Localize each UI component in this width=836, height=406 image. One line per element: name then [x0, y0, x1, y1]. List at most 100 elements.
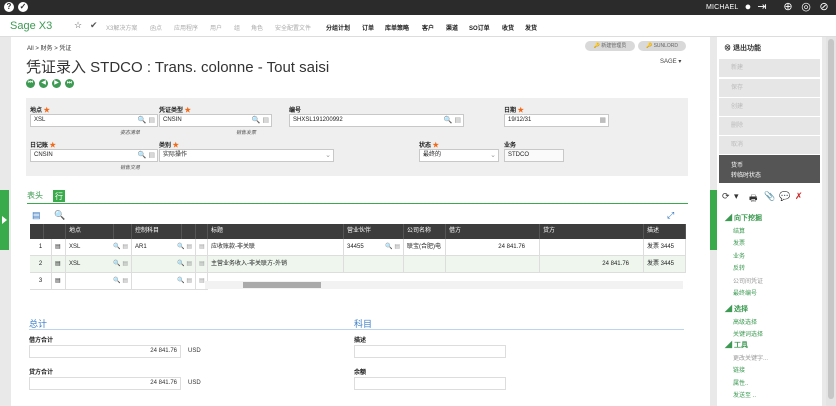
- globe-icon[interactable]: ⊕: [782, 1, 794, 13]
- grid-header[interactable]: 标题: [208, 224, 344, 239]
- site-cell[interactable]: XSL 🔍 ▤: [66, 239, 132, 256]
- expand-icon[interactable]: ⤢: [667, 210, 674, 221]
- description-cell[interactable]: 发票 3445: [644, 256, 686, 273]
- link-reversal[interactable]: 反转: [733, 263, 745, 272]
- row-detail-icon[interactable]: ▤: [196, 239, 208, 256]
- chevron-down-icon[interactable]: ▾: [734, 191, 739, 202]
- menu-item[interactable]: 库单策略: [385, 23, 409, 32]
- link-send-to[interactable]: 发送至 ..: [733, 390, 756, 399]
- attachment-icon[interactable]: 📎: [764, 191, 775, 202]
- new-button[interactable]: 新建: [719, 59, 820, 77]
- site-cell[interactable]: 🔍 ▤: [66, 273, 132, 290]
- left-panel-toggle[interactable]: [0, 190, 9, 250]
- link-settlement[interactable]: 结算: [733, 226, 745, 235]
- right-panel-toggle[interactable]: [710, 190, 717, 250]
- check-circle-icon[interactable]: ✔: [90, 20, 98, 31]
- search-icon[interactable]: 🔍: [54, 210, 65, 221]
- link-business[interactable]: 业务: [733, 251, 745, 260]
- folder-pill[interactable]: 🔑 SUNLORD: [638, 41, 686, 51]
- link-intercompany[interactable]: 公司间凭证: [733, 276, 763, 285]
- menu-item[interactable]: 组: [234, 23, 240, 32]
- comment-icon[interactable]: 💬: [779, 191, 790, 202]
- transaction-field[interactable]: STDCO: [504, 149, 564, 162]
- calendar-icon[interactable]: ▦: [599, 115, 606, 126]
- first-record-icon[interactable]: ⏮: [26, 79, 35, 88]
- section-selection[interactable]: ◢ 选择: [725, 304, 748, 314]
- breadcrumb-item[interactable]: All: [27, 46, 34, 52]
- page-scrollbar[interactable]: [826, 37, 836, 406]
- title-cell[interactable]: 主营业务收入-非关联方-外销: [208, 256, 344, 273]
- menu-item[interactable]: X3解决方案: [106, 23, 137, 32]
- link-advanced-selection[interactable]: 高级选择: [733, 317, 757, 326]
- grid-header[interactable]: 公司名称: [404, 224, 446, 239]
- breadcrumb-item[interactable]: 财务: [41, 46, 53, 52]
- description-cell[interactable]: 发票 3445: [644, 239, 686, 256]
- app-brand[interactable]: Sage X3: [10, 20, 52, 32]
- cancel-button[interactable]: 取消: [719, 136, 820, 154]
- prev-record-icon[interactable]: ◀: [39, 79, 48, 88]
- star-icon[interactable]: ☆: [74, 20, 82, 31]
- lookup-icon[interactable]: 🔍 ▤: [252, 115, 269, 126]
- link-keyword-selection[interactable]: 关键词选择: [733, 329, 763, 338]
- delete-button[interactable]: 删除: [719, 117, 820, 135]
- menu-item[interactable]: 用户: [210, 23, 222, 32]
- exit-function-button[interactable]: ⊗ 退出功能: [724, 43, 761, 53]
- control-account-cell[interactable]: 🔍 ▤: [132, 256, 196, 273]
- help-icon[interactable]: ?: [4, 2, 14, 12]
- grid-header[interactable]: 营业伙伴: [344, 224, 404, 239]
- lookup-icon[interactable]: 🔍 ▤: [138, 150, 155, 161]
- menu-item[interactable]: 角色: [251, 23, 263, 32]
- user-name[interactable]: MICHAEL: [706, 4, 739, 11]
- debit-cell[interactable]: [446, 256, 540, 273]
- category-select[interactable]: 实际操作 ⌄: [159, 149, 334, 162]
- chevron-down-icon[interactable]: ⌄: [490, 150, 496, 161]
- last-record-icon[interactable]: ⏭: [65, 79, 74, 88]
- business-partner-cell[interactable]: [344, 256, 404, 273]
- grid-header[interactable]: 控制科目: [132, 224, 182, 239]
- logout-icon[interactable]: ⇥: [756, 1, 768, 13]
- doctype-field[interactable]: CNSIN 🔍 ▤: [159, 114, 272, 127]
- section-tools[interactable]: ◢ 工具: [725, 340, 748, 350]
- row-menu-icon[interactable]: ▤: [52, 239, 66, 256]
- section-drilldown[interactable]: ◢ 向下挖掘: [725, 213, 762, 223]
- next-record-icon[interactable]: ▶: [52, 79, 61, 88]
- title-cell[interactable]: 应收账款-非关联: [208, 239, 344, 256]
- menu-item[interactable]: 客户: [422, 23, 434, 32]
- user-pill[interactable]: 🔑 新建管理员: [585, 41, 635, 51]
- business-partner-cell[interactable]: 34455 🔍 ▤: [344, 239, 404, 256]
- credit-cell[interactable]: 24 841.76: [540, 256, 644, 273]
- link-change-key[interactable]: 更改关键字...: [733, 353, 768, 362]
- tab-header[interactable]: 表头: [27, 190, 51, 201]
- row-menu-icon[interactable]: ▤: [52, 273, 66, 290]
- link-properties[interactable]: 属性..: [733, 378, 748, 387]
- breadcrumb-item[interactable]: 凭证: [59, 46, 71, 52]
- credit-cell[interactable]: [540, 239, 644, 256]
- folder-selector[interactable]: SAGE ▾: [660, 58, 681, 65]
- grid-view-icon[interactable]: ▤: [32, 210, 41, 221]
- save-button[interactable]: 保存: [719, 79, 820, 97]
- chevron-down-icon[interactable]: ⌄: [325, 150, 331, 161]
- menu-item[interactable]: 函点: [150, 23, 162, 32]
- create-button[interactable]: 创建: [719, 98, 820, 116]
- menu-item[interactable]: 发货: [525, 23, 537, 32]
- grid-header[interactable]: 描述: [644, 224, 686, 239]
- print-icon[interactable]: 🖶: [749, 191, 758, 207]
- close-icon[interactable]: ✗: [795, 191, 803, 202]
- scroll-thumb[interactable]: [828, 39, 834, 399]
- control-account-cell[interactable]: 🔍 ▤: [132, 273, 196, 290]
- debit-cell[interactable]: 24 841.76: [446, 239, 540, 256]
- user-icon[interactable]: ●: [742, 1, 754, 13]
- company-name-cell[interactable]: [404, 256, 446, 273]
- link-invoice[interactable]: 发票: [733, 238, 745, 247]
- date-field[interactable]: 19/12/31 ▦: [504, 114, 609, 127]
- currency-button[interactable]: 货币 转临时状态: [719, 155, 820, 183]
- row-menu-icon[interactable]: ▤: [52, 256, 66, 273]
- menu-item[interactable]: 分组计划: [326, 23, 350, 32]
- tab-lines[interactable]: 行: [53, 190, 65, 202]
- compass-icon[interactable]: ◎: [800, 1, 812, 13]
- horizontal-scrollbar[interactable]: [205, 281, 683, 289]
- lookup-icon[interactable]: 🔍 ▤: [444, 115, 461, 126]
- control-account-cell[interactable]: AR1 🔍 ▤: [132, 239, 196, 256]
- check-icon[interactable]: ✓: [18, 2, 28, 12]
- menu-item[interactable]: 应用程序: [174, 23, 198, 32]
